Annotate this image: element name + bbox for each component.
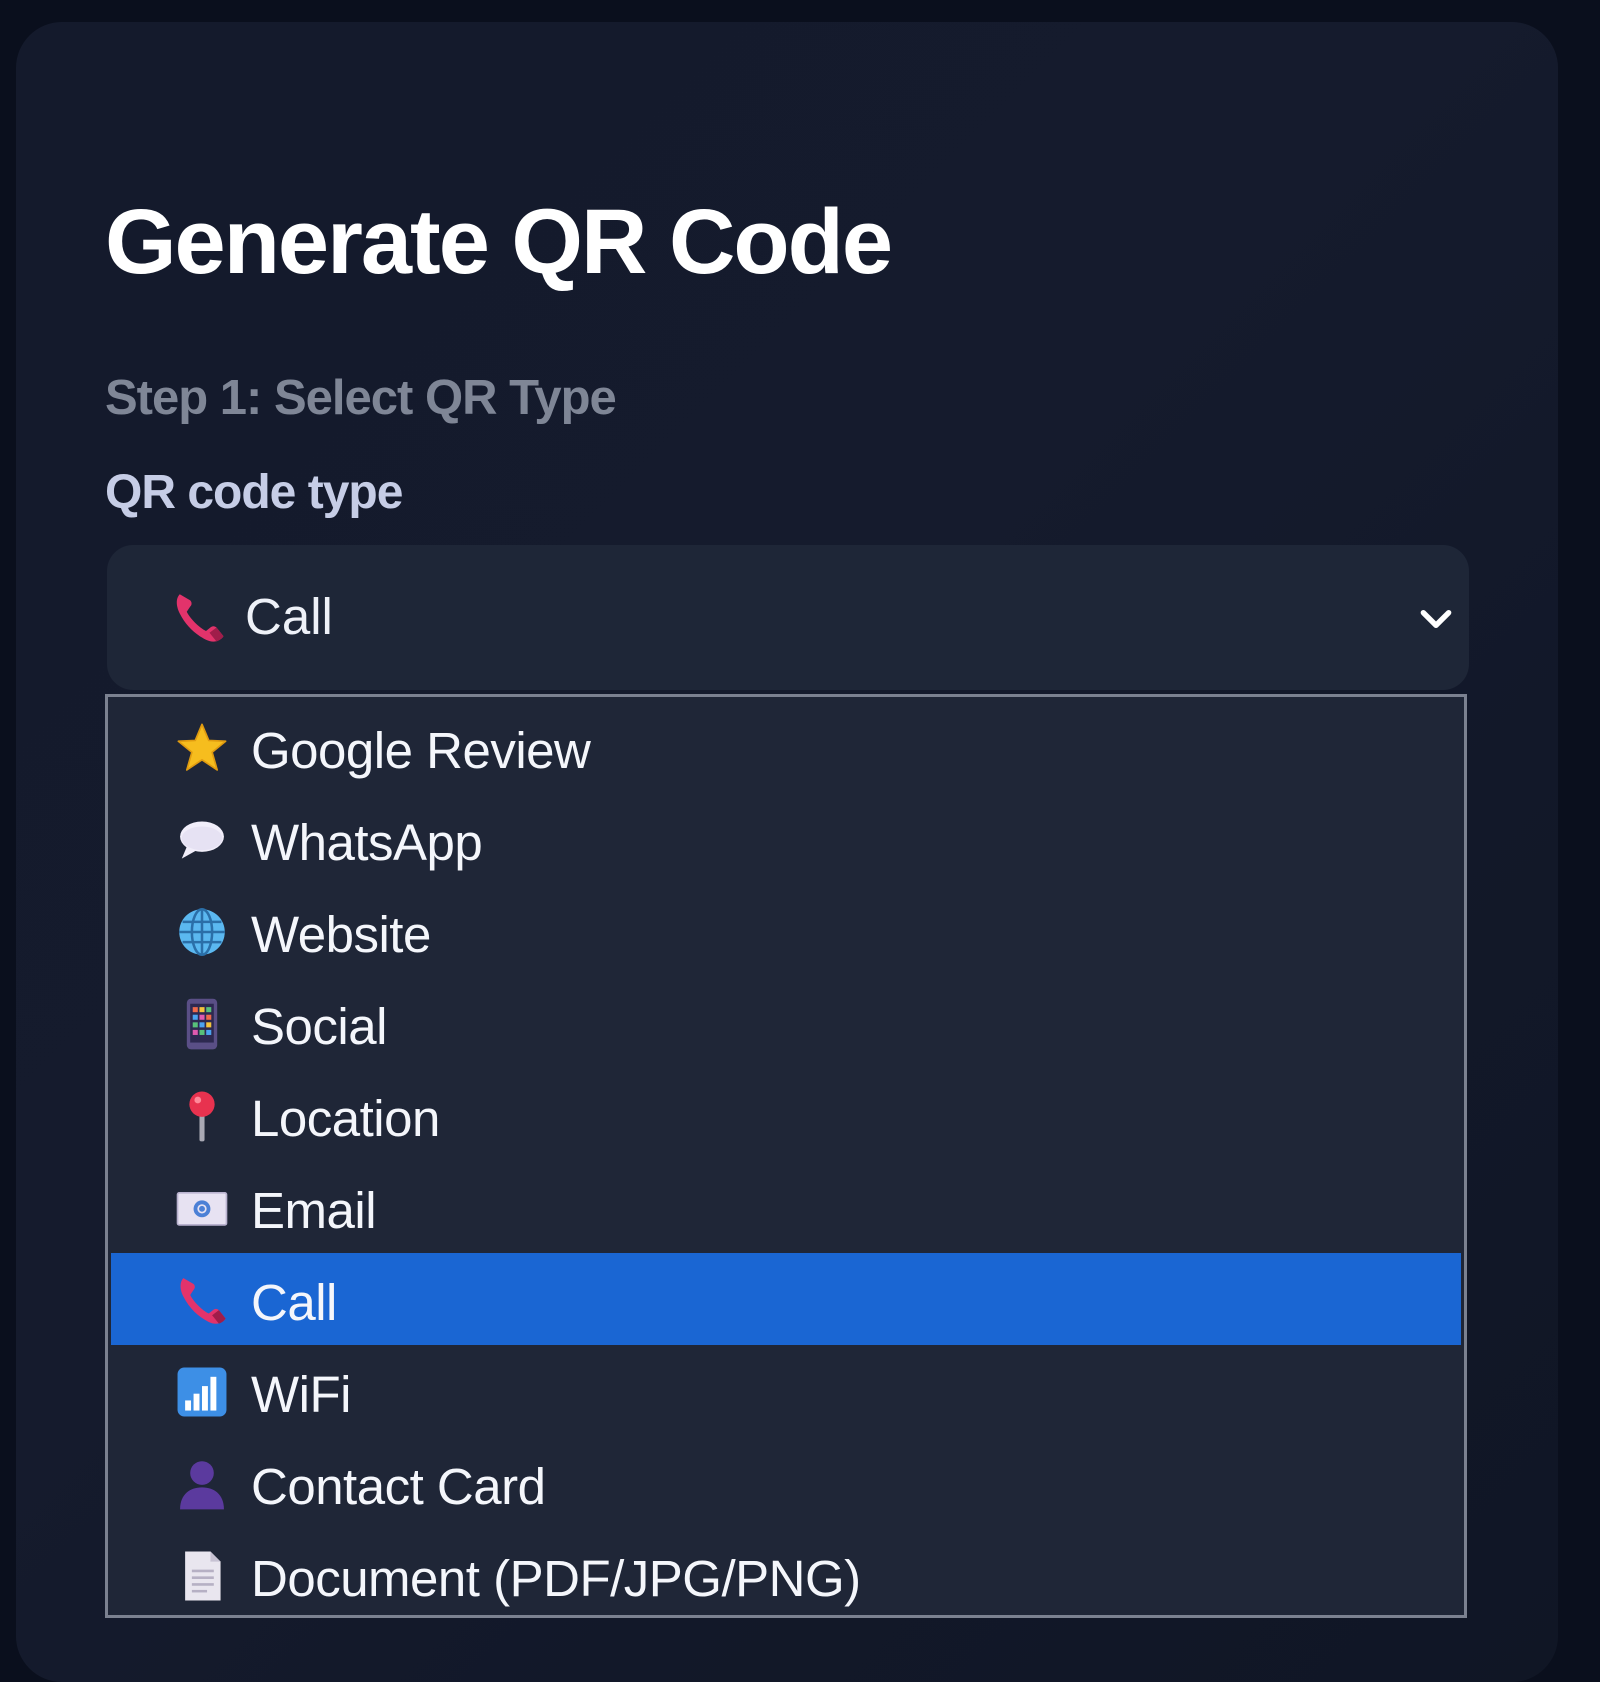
qr-type-dropdown[interactable]: Google Review WhatsApp Website Social Lo… <box>105 694 1467 1618</box>
option-label: Contact Card <box>251 1458 546 1515</box>
option-whatsapp[interactable]: WhatsApp <box>111 793 1461 885</box>
globe-icon <box>179 907 225 957</box>
option-social[interactable]: Social <box>111 977 1461 1069</box>
qr-type-select[interactable]: Call <box>107 545 1469 690</box>
pin-icon <box>189 1091 215 1142</box>
option-label: Location <box>251 1090 440 1147</box>
star-icon <box>177 723 227 771</box>
option-website[interactable]: Website <box>111 885 1461 977</box>
qr-type-label: QR code type <box>105 466 403 519</box>
option-label: Call <box>251 1274 337 1331</box>
step-label: Step 1: Select QR Type <box>105 371 617 425</box>
chevron-down-icon[interactable] <box>1417 600 1455 638</box>
option-label: WiFi <box>251 1366 351 1423</box>
phone-icon <box>180 1278 226 1324</box>
option-label: Google Review <box>251 722 591 779</box>
signal-bars-icon <box>177 1367 227 1417</box>
email-icon <box>176 1191 228 1226</box>
option-call[interactable]: Call <box>111 1253 1461 1345</box>
option-label: Website <box>251 906 431 963</box>
option-contact-card[interactable]: Contact Card <box>111 1437 1461 1529</box>
option-label: WhatsApp <box>251 814 483 871</box>
option-label: Email <box>251 1182 377 1239</box>
person-icon <box>180 1461 224 1510</box>
option-label: Social <box>251 998 387 1055</box>
option-location[interactable]: Location <box>111 1069 1461 1161</box>
option-email[interactable]: Email <box>111 1161 1461 1253</box>
document-icon <box>185 1551 221 1601</box>
option-label: Document (PDF/JPG/PNG) <box>251 1550 861 1607</box>
phone-icon <box>176 594 224 642</box>
page-title: Generate QR Code <box>105 191 893 293</box>
selected-value: Call <box>245 588 333 645</box>
option-document[interactable]: Document (PDF/JPG/PNG) <box>111 1529 1461 1621</box>
option-wifi[interactable]: WiFi <box>111 1345 1461 1437</box>
speech-bubble-icon <box>180 821 224 859</box>
mobile-apps-icon <box>186 998 218 1050</box>
option-google-review[interactable]: Google Review <box>111 701 1461 793</box>
